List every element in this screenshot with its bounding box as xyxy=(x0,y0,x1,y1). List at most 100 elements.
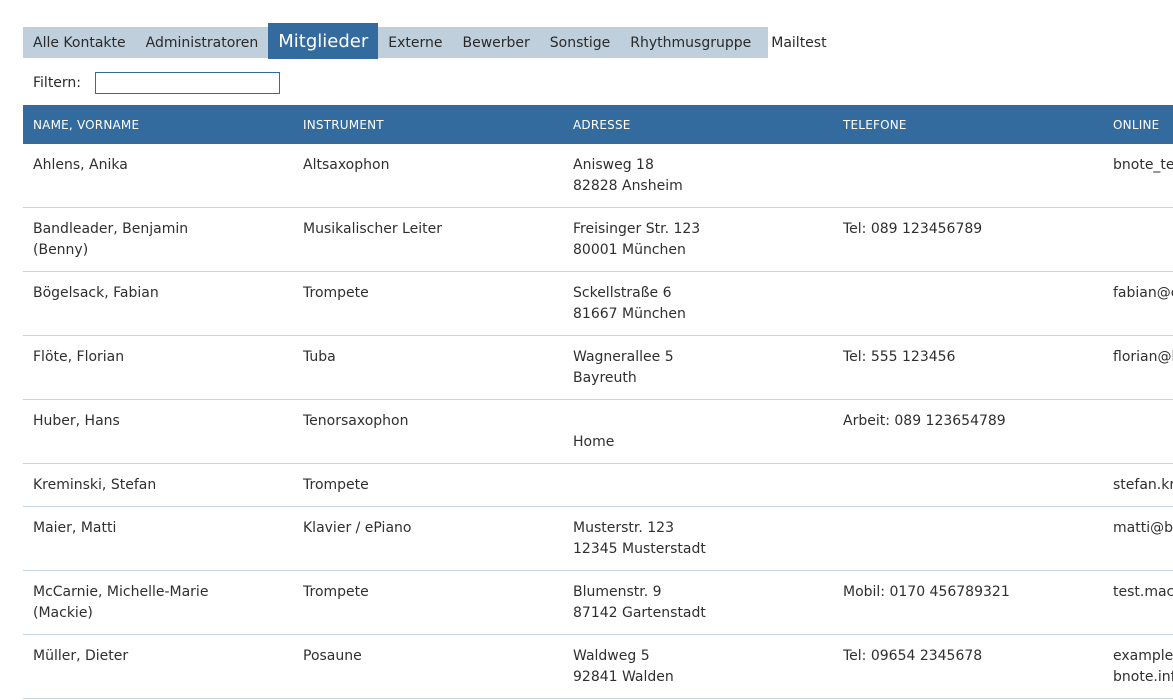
tab-mailtest[interactable]: Mailtest xyxy=(761,27,836,58)
cell-name: Maier, Matti xyxy=(23,506,293,571)
table-row[interactable]: Bögelsack, Fabian Trompete Sckellstraße 6 8… xyxy=(23,271,1173,336)
header-phone[interactable]: TELEFONE xyxy=(833,105,1103,144)
tab-rhythmusgruppe[interactable]: Rhythmusgruppe xyxy=(620,27,761,58)
cell-address-line: Freisinger Str. 123 xyxy=(573,221,701,237)
tab-mitglieder[interactable]: Mitglieder xyxy=(268,23,379,59)
tab-alle-kontakte[interactable]: Alle Kontakte xyxy=(23,27,136,58)
cell-address: Freisinger Str. 123 80001 München xyxy=(563,207,833,272)
table-row[interactable]: McCarnie, Michelle-Marie (Mackie) Trompete… xyxy=(23,570,1173,635)
cell-online-line: bnote_tes xyxy=(1113,157,1173,173)
cell-online: matti@br xyxy=(1103,506,1173,571)
cell-phone: ​ xyxy=(833,271,1103,336)
cell-online-line: florian@b xyxy=(1113,349,1173,365)
group-tabs: Alle Kontakte Administratoren Mitglieder Ex… xyxy=(23,23,837,59)
cell-phone: Mobil: 0170 456789321 xyxy=(833,570,1103,635)
cell-address-line: Anisweg 18 xyxy=(573,157,654,173)
cell-phone-line: ​ xyxy=(843,155,1093,176)
cell-instrument: Tenorsaxophon xyxy=(293,399,563,464)
cell-address: ​ Home xyxy=(563,399,833,464)
cell-address-line: 92841 Walden xyxy=(573,669,674,685)
cell-instrument-text: Trompete xyxy=(303,285,369,301)
cell-address-line: ​ xyxy=(573,475,823,496)
cell-phone-line: Tel: 09654 2345678 xyxy=(843,648,983,664)
tab-bewerber[interactable]: Bewerber xyxy=(452,27,539,58)
cell-phone-line: Tel: 555 123456 xyxy=(843,349,956,365)
cell-instrument: Trompete xyxy=(293,463,563,507)
tab-externe[interactable]: Externe xyxy=(378,27,452,58)
cell-instrument-text: Tenorsaxophon xyxy=(303,413,409,429)
cell-online-line: stefan.kre xyxy=(1113,477,1173,493)
cell-online-line: fabian@c xyxy=(1113,285,1173,301)
cell-instrument-text: Trompete xyxy=(303,584,369,600)
cell-name-line: (Mackie) xyxy=(33,605,93,621)
cell-phone: ​ xyxy=(833,463,1103,507)
cell-phone: Tel: 089 123456789 xyxy=(833,207,1103,272)
cell-online-line: test.mack xyxy=(1113,584,1173,600)
cell-phone-line: ​ xyxy=(843,475,1093,496)
cell-address-line: Bayreuth xyxy=(573,370,637,386)
cell-online-line: matti@br xyxy=(1113,520,1173,536)
cell-name-line: Bandleader, Benjamin xyxy=(33,221,189,237)
contacts-table-container: NAME, VORNAME INSTRUMENT ADRESSE TELEFONE ON… xyxy=(23,105,1173,699)
cell-online: ​ xyxy=(1103,399,1173,464)
cell-address: Wagnerallee 5 Bayreuth xyxy=(563,335,833,400)
header-instrument[interactable]: INSTRUMENT xyxy=(293,105,563,144)
cell-address: Blumenstr. 9 87142 Gartenstadt xyxy=(563,570,833,635)
cell-phone: ​ xyxy=(833,506,1103,571)
cell-name: Müller, Dieter xyxy=(23,634,293,699)
cell-name: Bögelsack, Fabian xyxy=(23,271,293,336)
cell-name: Flöte, Florian xyxy=(23,335,293,400)
table-header-row: NAME, VORNAME INSTRUMENT ADRESSE TELEFONE ON… xyxy=(23,105,1173,144)
filter-row: Filtern: xyxy=(33,70,281,96)
cell-address-line: 87142 Gartenstadt xyxy=(573,605,706,621)
cell-address: Anisweg 18 82828 Ansheim xyxy=(563,144,833,208)
cell-instrument-text: Musikalischer Leiter xyxy=(303,221,442,237)
filter-input[interactable] xyxy=(95,72,281,94)
cell-phone: Tel: 555 123456 xyxy=(833,335,1103,400)
header-address[interactable]: ADRESSE xyxy=(563,105,833,144)
table-row[interactable]: Müller, Dieter Posaune Waldweg 5 92841 Wald… xyxy=(23,634,1173,699)
tab-sonstige[interactable]: Sonstige xyxy=(540,27,621,58)
cell-instrument: Trompete xyxy=(293,271,563,336)
table-row[interactable]: Flöte, Florian Tuba Wagnerallee 5 Bayreuth T… xyxy=(23,335,1173,400)
cell-instrument: Tuba xyxy=(293,335,563,400)
cell-instrument: Trompete xyxy=(293,570,563,635)
cell-address-line: 81667 München xyxy=(573,306,686,322)
cell-address: Waldweg 5 92841 Walden xyxy=(563,634,833,699)
cell-name: Ahlens, Anika xyxy=(23,144,293,208)
cell-address-line: Blumenstr. 9 xyxy=(573,584,662,600)
cell-online: test.mack xyxy=(1103,570,1173,635)
cell-online: bnote_tes xyxy=(1103,144,1173,208)
cell-address-line: Sckellstraße 6 xyxy=(573,285,672,301)
cell-instrument-text: Posaune xyxy=(303,648,362,664)
cell-online-line: bnote.info xyxy=(1113,669,1173,685)
cell-online-line: ​ xyxy=(1113,219,1173,240)
cell-name-line: Maier, Matti xyxy=(33,520,117,536)
cell-name: Huber, Hans xyxy=(23,399,293,464)
cell-instrument-text: Trompete xyxy=(303,477,369,493)
header-name[interactable]: NAME, VORNAME xyxy=(23,105,293,144)
cell-name: Kreminski, Stefan xyxy=(23,463,293,507)
cell-name-line: Ahlens, Anika xyxy=(33,157,128,173)
cell-phone-line: Mobil: 0170 456789321 xyxy=(843,584,1010,600)
table-row[interactable]: Maier, Matti Klavier / ePiano Musterstr. 1… xyxy=(23,506,1173,571)
table-row[interactable]: Ahlens, Anika Altsaxophon Anisweg 18 82828 … xyxy=(23,144,1173,208)
cell-online: florian@b xyxy=(1103,335,1173,400)
header-online[interactable]: ONLINE xyxy=(1103,105,1173,144)
cell-address-line: Wagnerallee 5 xyxy=(573,349,674,365)
table-row[interactable]: Bandleader, Benjamin (Benny) Musikalischer… xyxy=(23,207,1173,272)
cell-address-line: 12345 Musterstadt xyxy=(573,541,706,557)
table-row[interactable]: Kreminski, Stefan Trompete ​ ​ stefan.kre xyxy=(23,463,1173,507)
cell-name-line: (Benny) xyxy=(33,242,89,258)
cell-address: Sckellstraße 6 81667 München xyxy=(563,271,833,336)
cell-online-line: example@ xyxy=(1113,648,1173,664)
tab-administratoren[interactable]: Administratoren xyxy=(136,27,269,58)
cell-instrument-text: Tuba xyxy=(303,349,336,365)
cell-instrument-text: Klavier / ePiano xyxy=(303,520,412,536)
cell-name-line: Bögelsack, Fabian xyxy=(33,285,159,301)
cell-phone: Arbeit: 089 123654789 xyxy=(833,399,1103,464)
table-row[interactable]: Huber, Hans Tenorsaxophon ​ Home Arbeit: 089… xyxy=(23,399,1173,464)
cell-address-line: Waldweg 5 xyxy=(573,648,650,664)
cell-instrument: Posaune xyxy=(293,634,563,699)
cell-name-line: McCarnie, Michelle-Marie xyxy=(33,584,209,600)
